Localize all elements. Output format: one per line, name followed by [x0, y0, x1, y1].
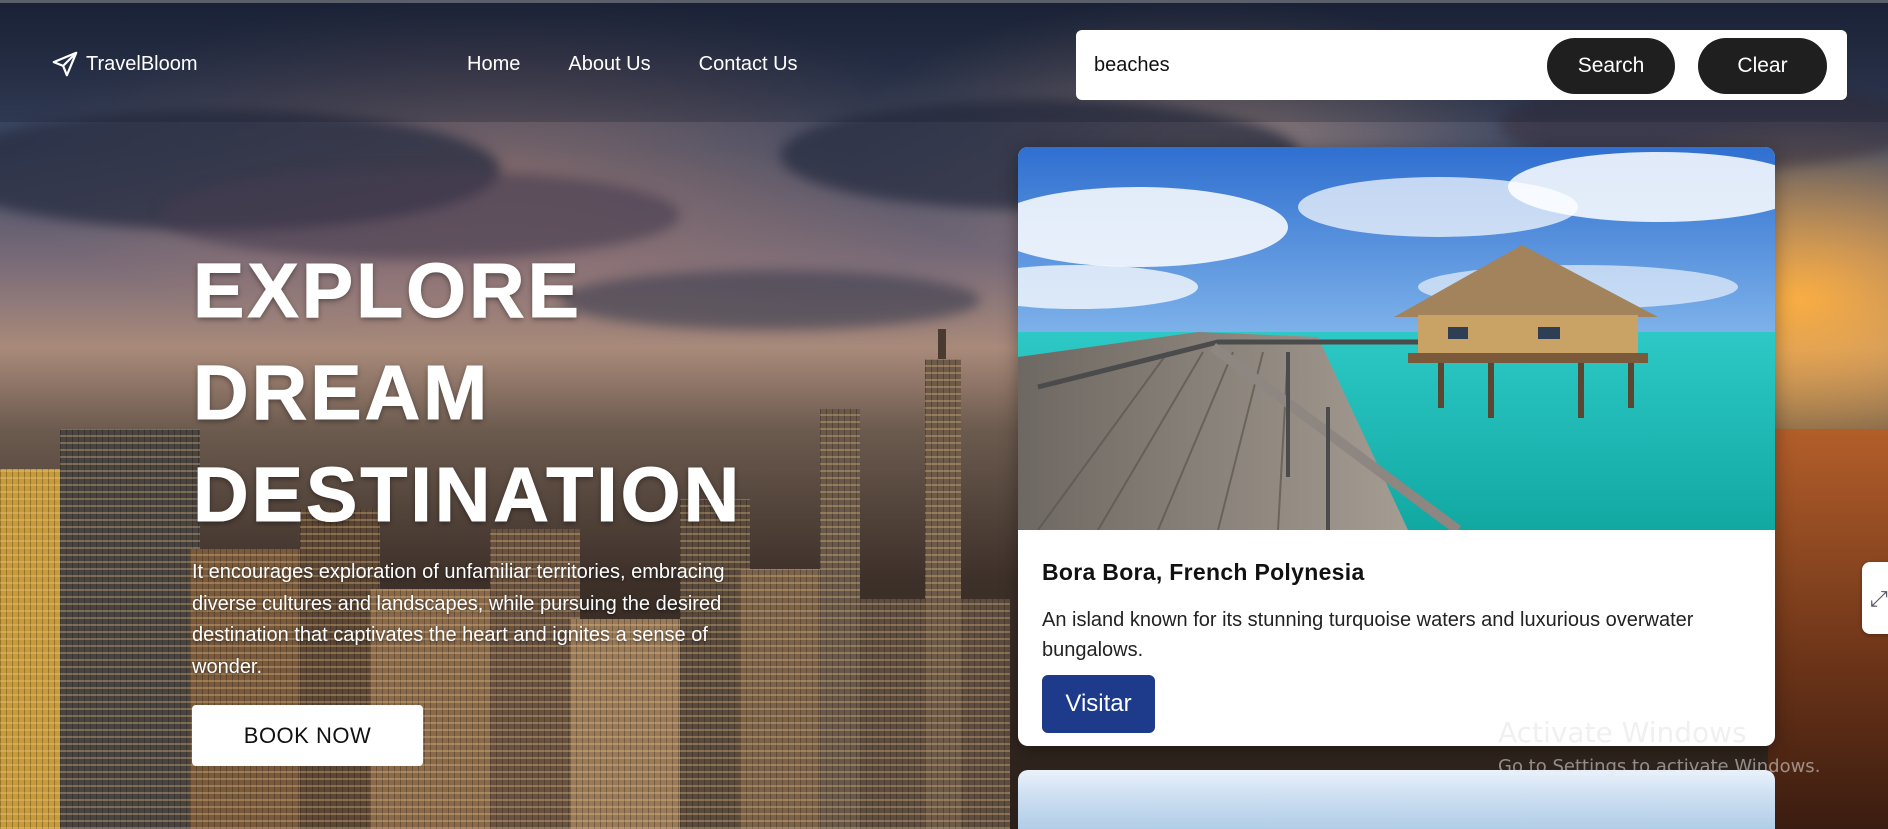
hero-title: EXPLORE DREAM DESTINATION — [192, 240, 743, 546]
side-panel-handle[interactable]: ⤢ — [1862, 562, 1888, 634]
visit-button[interactable]: Visitar — [1042, 675, 1155, 733]
search-button[interactable]: Search — [1547, 38, 1675, 94]
hero-title-line: DESTINATION — [192, 452, 743, 539]
clear-button[interactable]: Clear — [1698, 38, 1827, 94]
paper-plane-icon — [52, 51, 78, 77]
search-input[interactable] — [1094, 50, 1514, 80]
nav-link-contact-us[interactable]: Contact Us — [699, 53, 798, 76]
result-card-next-peek — [1018, 770, 1775, 829]
hero-title-line: EXPLORE — [192, 248, 582, 335]
brand-name: TravelBloom — [86, 52, 198, 75]
top-navbar: TravelBloom Home About Us Contact Us Sea… — [0, 0, 1888, 122]
result-description: An island known for its stunning turquoi… — [1042, 609, 1694, 661]
nav-link-home[interactable]: Home — [467, 53, 520, 76]
chevron-icon: ⤢ — [1870, 586, 1888, 611]
hero-description: It encourages exploration of unfamiliar … — [192, 561, 725, 678]
nav-link-about-us[interactable]: About Us — [568, 53, 650, 76]
windows-activation-watermark-subtitle: Go to Settings to activate Windows. — [1498, 756, 1821, 777]
hero-title-line: DREAM — [192, 350, 491, 437]
book-now-button[interactable]: BOOK NOW — [192, 705, 423, 766]
destination-image — [1018, 147, 1775, 530]
result-card: Bora Bora, French Polynesia An island kn… — [1018, 147, 1775, 746]
result-title: Bora Bora, French Polynesia — [1042, 559, 1365, 585]
brand-logo[interactable]: TravelBloom — [50, 49, 198, 79]
windows-activation-watermark-title: Activate Windows — [1498, 716, 1747, 749]
nav-links: Home About Us Contact Us — [467, 53, 798, 76]
search-bar: Search Clear — [1076, 30, 1847, 100]
